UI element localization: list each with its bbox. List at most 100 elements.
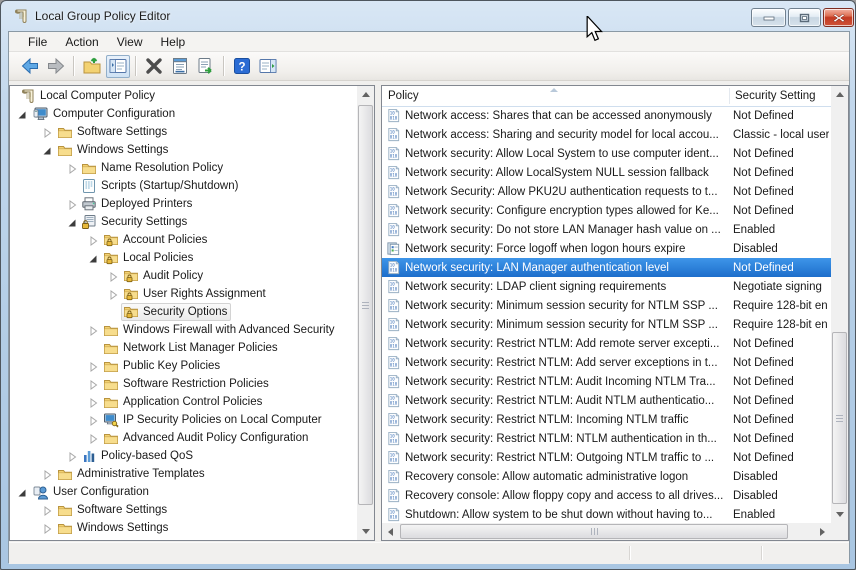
expand-arrow-icon[interactable] [87,432,99,444]
policy-row[interactable]: 10010Network security: Allow Local Syste… [382,144,831,163]
menu-help[interactable]: Help [152,33,195,51]
collapse-arrow-icon[interactable] [87,252,99,264]
export-list-button[interactable] [194,55,218,78]
policy-row[interactable]: 10010Recovery console: Allow floppy copy… [382,486,831,505]
menu-file[interactable]: File [19,33,56,51]
tree-item-windows-settings[interactable]: Windows Settings [10,141,357,159]
policy-row[interactable]: 10010Network Security: Allow PKU2U authe… [382,182,831,201]
tree-item-software-settings[interactable]: Software Settings [10,123,357,141]
forward-button[interactable] [44,55,68,78]
policy-row[interactable]: 10010Network security: Configure encrypt… [382,201,831,220]
policy-row[interactable]: 10010Network security: LDAP client signi… [382,277,831,296]
tree-node[interactable]: Windows Firewall with Advanced Security [101,321,339,339]
policy-row[interactable]: 10010Network security: Restrict NTLM: Ou… [382,448,831,467]
list-vertical-scrollbar[interactable] [831,86,848,523]
minimize-button[interactable] [751,8,786,27]
tree-node[interactable]: Software Settings [55,123,171,141]
tree-node[interactable]: User Configuration [31,483,153,501]
tree-item-scripts-startup-shutdown[interactable]: Scripts (Startup/Shutdown) [10,177,357,195]
policy-row[interactable]: 10010Network access: Shares that can be … [382,106,831,125]
tree-node[interactable]: User Rights Assignment [121,285,270,303]
scroll-up-button[interactable] [357,86,374,103]
tree-item-advanced-audit-policy-configuration[interactable]: Advanced Audit Policy Configuration [10,429,357,447]
tree-item-network-list-manager-policies[interactable]: Network List Manager Policies [10,339,357,357]
expand-arrow-icon[interactable] [66,450,78,462]
scroll-up-button[interactable] [831,86,848,103]
tree-node[interactable]: Deployed Printers [79,195,196,213]
expand-arrow-icon[interactable] [87,360,99,372]
tree-item-audit-policy[interactable]: Audit Policy [10,267,357,285]
menu-view[interactable]: View [108,33,152,51]
tree-item-public-key-policies[interactable]: Public Key Policies [10,357,357,375]
expand-arrow-icon[interactable] [87,414,99,426]
restore-button[interactable] [788,8,821,27]
policy-row[interactable]: 10010Network security: Allow LocalSystem… [382,163,831,182]
policy-row[interactable]: 10010Network security: Restrict NTLM: Ad… [382,353,831,372]
tree-node[interactable]: Policy-based QoS [79,447,197,465]
tree-item-security-settings[interactable]: Security Settings [10,213,357,231]
tree-item-policy-based-qos[interactable]: Policy-based QoS [10,447,357,465]
expand-arrow-icon[interactable] [66,162,78,174]
tree-item-local-computer-policy[interactable]: Local Computer Policy [10,87,357,105]
collapse-arrow-icon[interactable] [66,216,78,228]
tree-item-windows-firewall-with-advanced-security[interactable]: Windows Firewall with Advanced Security [10,321,357,339]
policy-row[interactable]: 10010Recovery console: Allow automatic a… [382,467,831,486]
tree-item-software-settings[interactable]: Software Settings [10,501,357,519]
policy-row[interactable]: 10010Network security: Restrict NTLM: Au… [382,391,831,410]
tree-scrollbar-thumb[interactable] [358,105,373,505]
show-action-pane-button[interactable] [256,55,280,78]
up-one-level-button[interactable] [80,55,104,78]
policy-row[interactable]: 10010Network security: Minimum session s… [382,315,831,334]
scroll-down-button[interactable] [831,506,848,523]
tree-item-windows-settings[interactable]: Windows Settings [10,519,357,537]
scroll-right-button[interactable] [814,523,831,540]
collapse-arrow-icon[interactable] [41,144,53,156]
policy-row[interactable]: 10010Network access: Sharing and securit… [382,125,831,144]
tree-node[interactable]: Application Control Policies [101,393,266,411]
tree-node[interactable]: Windows Settings [55,519,172,537]
policy-row[interactable]: 10010Network security: Restrict NTLM: In… [382,410,831,429]
tree-item-administrative-templates[interactable]: Administrative Templates [10,465,357,483]
expand-arrow-icon[interactable] [87,378,99,390]
expand-arrow-icon[interactable] [87,396,99,408]
expand-arrow-icon[interactable] [107,270,119,282]
delete-button[interactable] [142,55,166,78]
column-header-security-setting[interactable]: Security Setting [735,86,831,106]
policy-row[interactable]: 10010Network security: Minimum session s… [382,296,831,315]
tree-node[interactable]: Software Settings [55,501,171,519]
column-divider[interactable] [729,88,730,104]
show-console-tree-button[interactable] [106,55,130,78]
tree-node[interactable]: Windows Settings [55,141,172,159]
tree-item-deployed-printers[interactable]: Deployed Printers [10,195,357,213]
expand-arrow-icon[interactable] [107,288,119,300]
tree-node[interactable]: Scripts (Startup/Shutdown) [79,177,242,195]
expand-arrow-icon[interactable] [41,126,53,138]
collapse-arrow-icon[interactable] [16,486,28,498]
tree-node[interactable]: Software Restriction Policies [101,375,273,393]
tree-node[interactable]: Administrative Templates [55,465,209,483]
tree-item-security-options[interactable]: Security Options [10,303,357,321]
tree-item-ip-security-policies-on-local-computer[interactable]: IP Security Policies on Local Computer [10,411,357,429]
back-button[interactable] [18,55,42,78]
expand-arrow-icon[interactable] [87,234,99,246]
tree-item-name-resolution-policy[interactable]: Name Resolution Policy [10,159,357,177]
tree-node[interactable]: Public Key Policies [101,357,224,375]
tree-item-user-rights-assignment[interactable]: User Rights Assignment [10,285,357,303]
tree-node[interactable]: Computer Configuration [31,105,179,123]
policy-row[interactable]: 10010Network security: Do not store LAN … [382,220,831,239]
tree-node[interactable]: Network List Manager Policies [101,339,282,357]
collapse-arrow-icon[interactable] [16,108,28,120]
scroll-left-button[interactable] [382,523,399,540]
expand-arrow-icon[interactable] [66,198,78,210]
tree-item-local-policies[interactable]: Local Policies [10,249,357,267]
tree-node[interactable]: Local Computer Policy [18,87,159,105]
tree-vertical-scrollbar[interactable] [357,86,374,540]
expand-arrow-icon[interactable] [41,468,53,480]
tree-item-computer-configuration[interactable]: Computer Configuration [10,105,357,123]
tree-node[interactable]: Local Policies [101,249,197,267]
tree-node[interactable]: Security Settings [79,213,191,231]
policy-row[interactable]: 10010Shutdown: Allow system to be shut d… [382,505,831,524]
policy-row[interactable]: 10010Network security: Restrict NTLM: Ad… [382,334,831,353]
tree-item-user-configuration[interactable]: User Configuration [10,483,357,501]
tree-node[interactable] [55,537,81,540]
